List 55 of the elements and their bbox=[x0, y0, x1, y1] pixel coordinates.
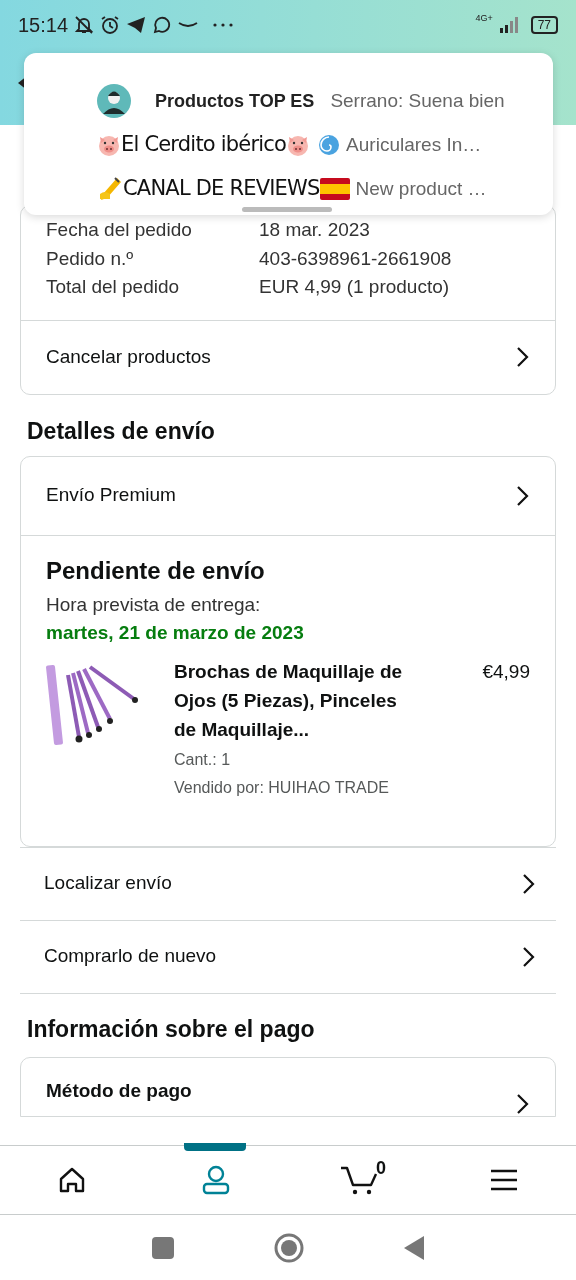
spiral-icon bbox=[318, 134, 341, 156]
alarm-icon bbox=[100, 15, 121, 35]
field-label: Total del pedido bbox=[46, 275, 181, 299]
notification-text: Auriculares In… bbox=[346, 132, 482, 157]
delivery-date: martes, 21 de marzo de 2023 bbox=[46, 620, 305, 645]
cart-count: 0 bbox=[376, 1159, 386, 1177]
chevron-right-icon bbox=[516, 1092, 530, 1115]
back-icon[interactable] bbox=[404, 1235, 424, 1260]
payment-card[interactable]: Método de pago bbox=[20, 1056, 556, 1117]
person-icon bbox=[201, 1165, 231, 1195]
product-seller: Vendido por: HUIHAO TRADE bbox=[174, 777, 390, 798]
chevron-right-icon bbox=[516, 484, 530, 507]
notification-text: New product … bbox=[355, 176, 487, 201]
chevron-right-icon bbox=[516, 346, 530, 368]
product-title[interactable]: Brochas de Maquillaje de Ojos (5 Piezas), Pinceles de Maquillaje... bbox=[174, 656, 414, 744]
product-quantity: Cant.: 1 bbox=[174, 749, 232, 770]
signal-icon bbox=[498, 17, 519, 33]
chevron-right-icon bbox=[522, 872, 536, 895]
section-heading: Información sobre el pago bbox=[26, 1014, 316, 1043]
more-icon bbox=[212, 22, 235, 28]
status-time: 15:14 bbox=[18, 13, 69, 38]
section-heading: Detalles de envío bbox=[26, 416, 216, 445]
shipment-action-row[interactable]: Localizar envío bbox=[20, 846, 556, 920]
avatar-icon bbox=[97, 84, 131, 118]
delivery-label: Hora prevista de entrega: bbox=[46, 592, 262, 617]
field-value: EUR 4,99 (1 producto) bbox=[259, 275, 450, 299]
field-value: 403-6398961-2661908 bbox=[259, 246, 452, 271]
field-label: Fecha del pedido bbox=[46, 218, 193, 242]
field-value: 18 mar. 2023 bbox=[259, 218, 370, 242]
nav-tab[interactable]: 0 bbox=[288, 1146, 432, 1214]
shipment-status: Pendiente de envío bbox=[46, 555, 266, 586]
home-icon bbox=[58, 1167, 86, 1193]
payment-method-label: Método de pago bbox=[46, 1078, 192, 1103]
pig-icon bbox=[286, 134, 311, 156]
spain-flag-icon bbox=[319, 178, 350, 200]
pig-icon bbox=[97, 134, 121, 156]
paper-plane-icon bbox=[126, 16, 147, 34]
field-label: Pedido n.º bbox=[46, 246, 135, 271]
notification-title: CANAL DE REVIEWS bbox=[123, 175, 320, 203]
notification-title: Productos TOP ES bbox=[155, 89, 315, 113]
network-label: 4G+ bbox=[475, 14, 493, 23]
chevron-right-icon bbox=[522, 945, 536, 968]
shipping-method-row[interactable]: Envío Premium bbox=[21, 456, 555, 536]
notification-text: Serrano: Suena bien bbox=[330, 88, 505, 113]
recent-apps-icon[interactable] bbox=[152, 1236, 174, 1259]
bell-off-icon bbox=[74, 15, 95, 35]
battery-indicator: 77 bbox=[530, 16, 558, 34]
notification-title: El Cerdito ibérico bbox=[121, 131, 287, 159]
menu-icon bbox=[490, 1169, 518, 1191]
drag-handle[interactable] bbox=[242, 207, 332, 212]
cancel-products-row[interactable]: Cancelar productos bbox=[21, 319, 555, 394]
product-price: €4,99 bbox=[482, 659, 530, 684]
shipment-action-row[interactable]: Comprarlo de nuevo bbox=[20, 919, 556, 993]
home-button-icon[interactable] bbox=[274, 1232, 304, 1263]
chat-bubble-icon bbox=[152, 15, 173, 35]
